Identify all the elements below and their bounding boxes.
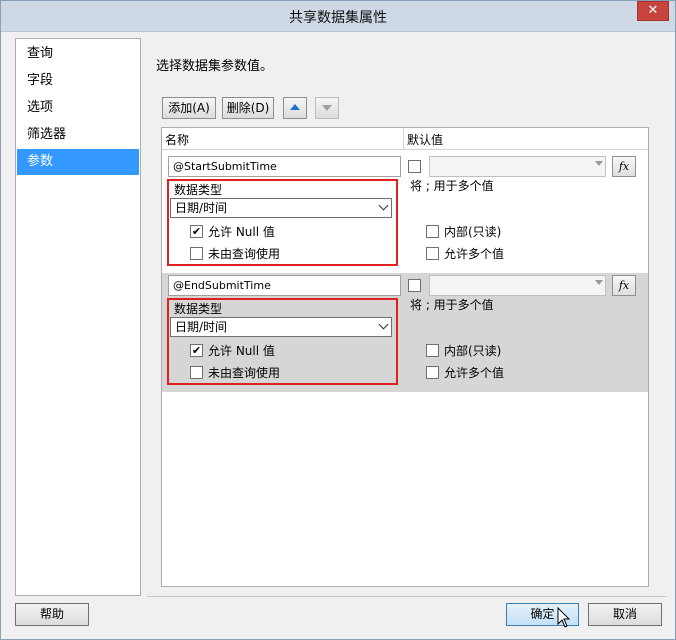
expression-button[interactable]: fx (612, 156, 636, 177)
data-type-select[interactable]: 日期/时间 (170, 317, 392, 337)
not-query-label: 未由查询使用 (208, 366, 281, 380)
internal-checkbox[interactable] (426, 344, 439, 357)
nav-item-fields[interactable]: 字段 (17, 68, 139, 94)
parameter-row: @EndSubmitTime fx 将 ; 用于多个值 数据类型 日期/时间 ✔… (162, 273, 648, 392)
param-name-input[interactable]: @StartSubmitTime (168, 156, 401, 177)
not-query-checkbox[interactable] (190, 366, 203, 379)
internal-label: 内部(只读) (444, 344, 502, 358)
nav-item-options[interactable]: 选项 (17, 95, 139, 121)
default-value-combo[interactable] (429, 156, 606, 177)
data-type-select[interactable]: 日期/时间 (170, 198, 392, 218)
internal-checkbox[interactable] (426, 225, 439, 238)
dialog-title: 共享数据集属性 (289, 10, 387, 26)
not-query-label: 未由查询使用 (208, 247, 281, 261)
data-type-label: 数据类型 (174, 183, 223, 197)
cancel-button[interactable]: 取消 (588, 603, 662, 626)
close-button[interactable]: ✕ (637, 1, 669, 21)
internal-label: 内部(只读) (444, 225, 502, 239)
footer-divider (147, 596, 667, 597)
allow-null-checkbox[interactable]: ✔ (190, 225, 203, 238)
column-header-default: 默认值 (407, 133, 444, 147)
not-query-checkbox[interactable] (190, 247, 203, 260)
title-bar[interactable]: 共享数据集属性 ✕ (1, 1, 675, 32)
multi-value-hint: 将 ; 用于多个值 (410, 298, 494, 312)
multi-value-label: 允许多个值 (444, 247, 505, 261)
nav-item-filters[interactable]: 筛选器 (17, 122, 139, 148)
column-separator (403, 128, 404, 150)
parameter-row: @StartSubmitTime fx 将 ; 用于多个值 数据类型 日期/时间… (162, 154, 648, 273)
prompt-text: 选择数据集参数值。 (156, 59, 274, 74)
data-type-value: 日期/时间 (175, 201, 228, 215)
dropdown-arrow-icon (595, 161, 603, 166)
column-header-name: 名称 (165, 133, 190, 147)
multi-value-checkbox[interactable] (426, 366, 439, 379)
add-button[interactable]: 添加(A) (162, 97, 216, 119)
multi-value-checkbox[interactable] (426, 247, 439, 260)
move-down-button[interactable] (315, 97, 339, 119)
parameters-grid: 名称 默认值 @StartSubmitTime fx 将 ; 用于多个值 数据类… (161, 127, 649, 587)
dialog-window: 共享数据集属性 ✕ 查询 字段 选项 筛选器 参数 选择数据集参数值。 添加(A… (0, 0, 676, 640)
dropdown-arrow-icon (595, 280, 603, 285)
multi-value-hint: 将 ; 用于多个值 (410, 179, 494, 193)
delete-button[interactable]: 删除(D) (222, 97, 274, 119)
allow-null-label: 允许 Null 值 (208, 344, 275, 358)
data-type-label: 数据类型 (174, 302, 223, 316)
chevron-down-icon (378, 200, 389, 211)
nav-item-parameters[interactable]: 参数 (17, 149, 139, 175)
data-type-value: 日期/时间 (175, 320, 228, 334)
default-value-combo[interactable] (429, 275, 606, 296)
allow-null-label: 允许 Null 值 (208, 225, 275, 239)
move-up-button[interactable] (283, 97, 307, 119)
nav-item-query[interactable]: 查询 (17, 41, 139, 67)
multi-value-label: 允许多个值 (444, 366, 505, 380)
mouse-cursor-icon (557, 607, 571, 628)
arrow-up-icon (290, 104, 300, 110)
nav-panel: 查询 字段 选项 筛选器 参数 (15, 38, 141, 596)
null-checkbox[interactable] (408, 160, 421, 173)
null-checkbox[interactable] (408, 279, 421, 292)
chevron-down-icon (378, 319, 389, 330)
help-button[interactable]: 帮助 (15, 603, 89, 626)
arrow-down-icon (322, 105, 332, 111)
param-name-input[interactable]: @EndSubmitTime (168, 275, 401, 296)
expression-button[interactable]: fx (612, 275, 636, 296)
allow-null-checkbox[interactable]: ✔ (190, 344, 203, 357)
grid-header: 名称 默认值 (162, 128, 648, 150)
